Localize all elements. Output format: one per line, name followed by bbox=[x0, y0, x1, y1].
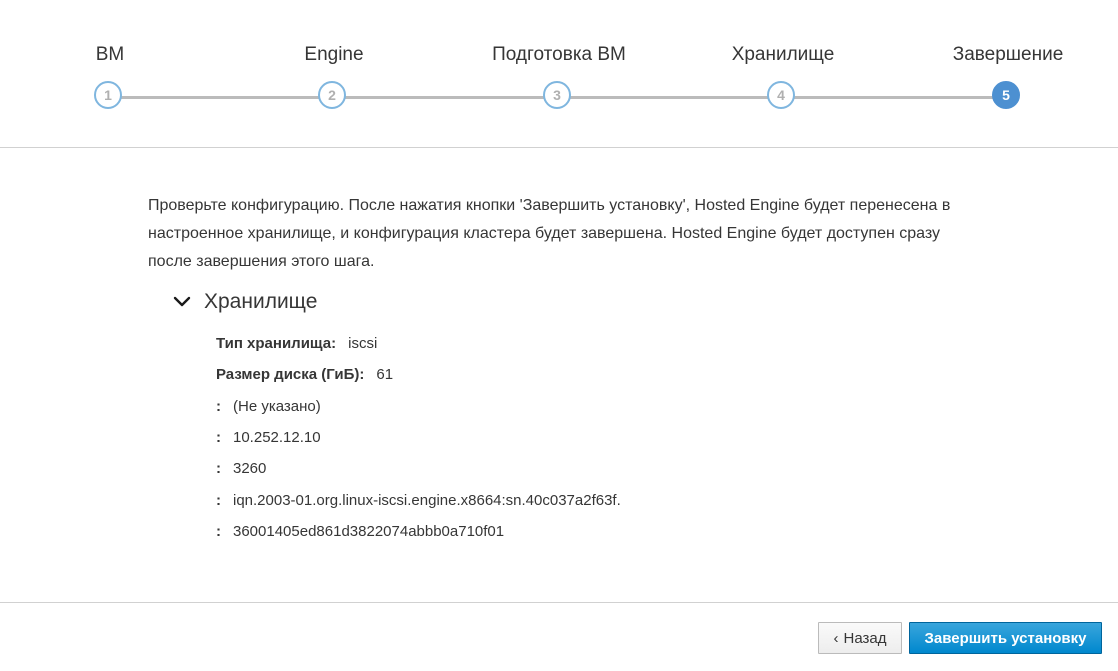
detail-row: : 10.252.12.10 bbox=[216, 422, 916, 453]
detail-label: : bbox=[216, 429, 221, 447]
intro-text: Проверьте конфигурацию. После нажатия кн… bbox=[148, 197, 951, 270]
detail-label: : bbox=[216, 522, 221, 540]
step-vm-preparation[interactable]: Подготовка ВМ 3 bbox=[459, 0, 659, 130]
detail-value: 3260 bbox=[233, 460, 267, 478]
step-number: 1 bbox=[94, 81, 122, 109]
back-button-label: Назад bbox=[843, 629, 887, 647]
detail-label: Размер диска (ГиБ): bbox=[216, 366, 365, 384]
step-finish[interactable]: Завершение 5 bbox=[908, 0, 1108, 130]
storage-section-toggle[interactable]: Хранилище bbox=[172, 288, 317, 316]
detail-row-disk-size: Размер диска (ГиБ): 61 bbox=[216, 359, 916, 390]
finish-deployment-button[interactable]: Завершить установку bbox=[909, 622, 1102, 654]
step-title: Engine bbox=[304, 44, 364, 65]
detail-row: : (Не указано) bbox=[216, 391, 916, 422]
step-storage[interactable]: Хранилище 4 bbox=[683, 0, 883, 130]
detail-label: : bbox=[216, 460, 221, 478]
detail-value: 10.252.12.10 bbox=[233, 429, 321, 447]
review-content: Проверьте конфигурацию. После нажатия кн… bbox=[148, 192, 978, 540]
detail-value: iqn.2003-01.org.linux-iscsi.engine.x8664… bbox=[233, 491, 621, 509]
finish-button-label: Завершить установку bbox=[924, 629, 1087, 647]
step-number: 2 bbox=[318, 81, 346, 109]
step-engine[interactable]: Engine 2 bbox=[234, 0, 434, 130]
step-title: Завершение bbox=[952, 44, 1064, 65]
step-title: Хранилище bbox=[731, 44, 835, 65]
detail-value: (Не указано) bbox=[233, 397, 321, 415]
step-number-active: 5 bbox=[992, 81, 1020, 109]
detail-label: : bbox=[216, 397, 221, 415]
wizard-footer: ‹ Назад Завершить установку bbox=[0, 602, 1118, 671]
step-number: 4 bbox=[767, 81, 795, 109]
detail-row: : iqn.2003-01.org.linux-iscsi.engine.x86… bbox=[216, 484, 916, 515]
detail-label: : bbox=[216, 491, 221, 509]
detail-row-storage-type: Тип хранилища: iscsi bbox=[216, 328, 916, 359]
back-button[interactable]: ‹ Назад bbox=[818, 622, 902, 654]
wizard-steps-header: ВМ 1 Engine 2 Подготовка ВМ 3 Хранилище … bbox=[0, 0, 1118, 148]
detail-row: : 3260 bbox=[216, 453, 916, 484]
step-vm[interactable]: ВМ 1 bbox=[10, 0, 210, 130]
chevron-down-icon bbox=[173, 296, 191, 307]
section-title: Хранилище bbox=[204, 290, 318, 313]
detail-value: 61 bbox=[376, 366, 394, 384]
storage-details-list: Тип хранилища: iscsi Размер диска (ГиБ):… bbox=[216, 328, 916, 547]
step-title: Подготовка ВМ bbox=[492, 44, 626, 65]
detail-value: 36001405ed861d3822074abbb0a710f01 bbox=[233, 522, 505, 540]
detail-value: iscsi bbox=[348, 335, 378, 353]
detail-row: : 36001405ed861d3822074abbb0a710f01 bbox=[216, 516, 916, 547]
step-number: 3 bbox=[543, 81, 571, 109]
chevron-left-icon: ‹ bbox=[833, 629, 839, 647]
step-title: ВМ bbox=[95, 44, 125, 65]
detail-label: Тип хранилища: bbox=[216, 335, 337, 353]
